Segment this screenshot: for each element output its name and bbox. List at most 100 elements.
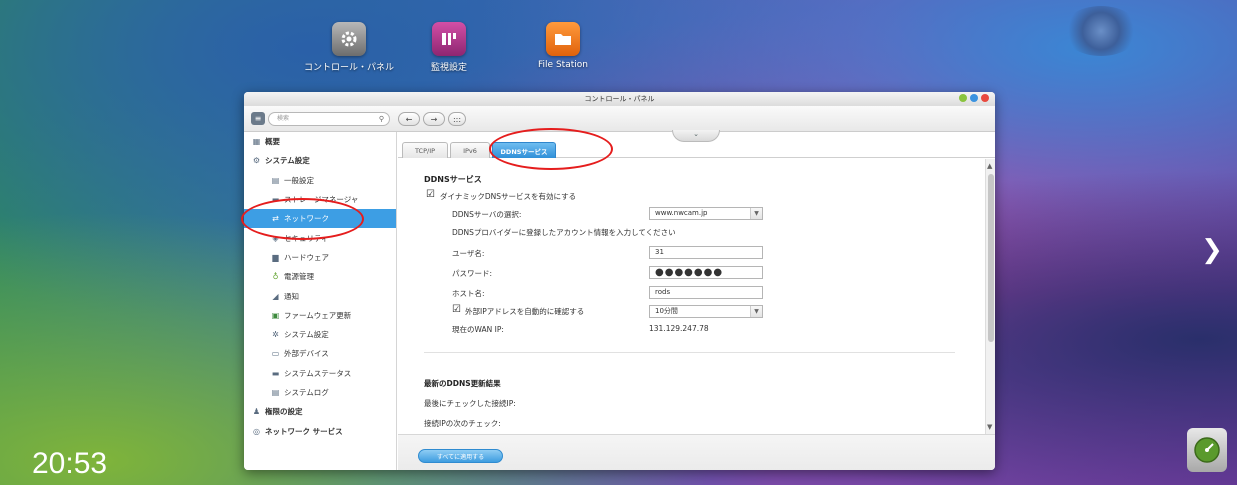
sidebar-item-label: ファームウェア更新 xyxy=(284,310,352,320)
desktop-icon-surveillance[interactable]: 監視設定 xyxy=(404,22,494,73)
enable-ddns-label: ダイナミックDNSサービスを有効にする xyxy=(440,192,577,201)
wan-ip-label: 現在のWAN IP: xyxy=(452,325,504,334)
sidebar-item-privilege[interactable]: ♟ 権限の設定 xyxy=(244,402,396,421)
collapse-toggle-icon[interactable]: ⌄ xyxy=(672,130,720,142)
sidebar-item-notification[interactable]: ◢ 通知 xyxy=(244,286,396,305)
sidebar-item-network[interactable]: ⇄ ネットワーク xyxy=(244,209,396,229)
window-titlebar[interactable]: コントロール・パネル xyxy=(244,92,995,106)
desktop-icon-control-panel[interactable]: コントロール・パネル xyxy=(304,22,394,73)
network-service-icon: ◎ xyxy=(253,426,260,436)
gear-icon xyxy=(332,22,366,56)
dashboard-gauge-icon[interactable] xyxy=(1187,428,1227,472)
overview-icon: ▦ xyxy=(252,137,261,147)
search-input[interactable]: 検索 ⚲ xyxy=(268,112,390,126)
sidebar-item-storage[interactable]: ▬ ストレージマネージャ xyxy=(244,190,396,209)
username-field[interactable]: 31 xyxy=(649,246,763,259)
sidebar-item-log[interactable]: ▤ システムログ xyxy=(244,383,396,402)
search-placeholder: 検索 xyxy=(277,115,290,122)
folder-icon xyxy=(546,22,580,56)
hostname-label: ホスト名: xyxy=(452,289,485,298)
tab-ipv6[interactable]: IPv6 xyxy=(450,142,490,158)
chevron-down-icon: ▼ xyxy=(750,306,762,317)
menu-toggle-icon[interactable]: ≡ xyxy=(251,112,265,125)
wan-ip-value: 131.129.247.78 xyxy=(649,324,709,333)
sidebar-item-label: ストレージマネージャ xyxy=(284,195,359,205)
network-icon: ⇄ xyxy=(272,214,279,224)
notification-icon: ◢ xyxy=(272,291,279,301)
sidebar-item-general[interactable]: ▤ 一般設定 xyxy=(244,171,396,190)
sidebar-item-label: 電源管理 xyxy=(284,272,314,282)
security-icon: ◈ xyxy=(272,233,279,243)
minimize-icon[interactable] xyxy=(959,94,967,102)
check-interval-select[interactable]: 10分間 ▼ xyxy=(649,305,763,318)
desktop-icon-label: コントロール・パネル xyxy=(304,63,395,73)
ddns-server-select[interactable]: www.nwcam.jp ▼ xyxy=(649,207,763,220)
sidebar-item-firmware[interactable]: ▣ ファームウェア更新 xyxy=(244,306,396,325)
sidebar-item-label: 外部デバイス xyxy=(284,349,329,359)
ddns-section-title: DDNSサービス xyxy=(424,175,482,184)
desktop-icon-label: File Station xyxy=(538,60,588,70)
backup-icon: ✲ xyxy=(272,330,279,340)
sidebar-item-label: セキュリティ xyxy=(284,233,329,243)
next-page-arrow-icon[interactable]: ❯ xyxy=(1192,228,1232,272)
surveillance-icon xyxy=(432,22,466,56)
sidebar-item-system-settings[interactable]: ⚙ システム設定 xyxy=(244,151,396,170)
back-button[interactable]: ← xyxy=(398,112,420,126)
sidebar-item-backup[interactable]: ✲ システム設定 xyxy=(244,325,396,344)
last-check-label: 最後にチェックした接続IP: xyxy=(424,399,516,408)
hardware-icon: ▆ xyxy=(272,252,279,262)
chevron-down-icon: ▼ xyxy=(750,208,762,219)
control-panel-window: コントロール・パネル ≡ 検索 ⚲ ← → ::: ▦ 概要 ⚙ システム設定 ▤ 一… xyxy=(244,92,995,470)
sidebar-item-security[interactable]: ◈ セキュリティ xyxy=(244,228,396,247)
sidebar-item-hardware[interactable]: ▆ ハードウェア xyxy=(244,248,396,267)
desktop-icon-file-station[interactable]: File Station xyxy=(518,22,608,70)
search-icon[interactable]: ⚲ xyxy=(379,113,384,125)
system-settings-icon: ⚙ xyxy=(252,156,261,166)
external-device-icon: ▭ xyxy=(271,349,280,359)
forward-button[interactable]: → xyxy=(423,112,445,126)
sidebar-item-network-service[interactable]: ◎ ネットワーク サービス xyxy=(244,421,396,440)
content-area: ⌄ TCP/IP IPv6 DDNSサービス DDNSサービス ☑ ダイナミック… xyxy=(398,130,995,470)
sidebar-item-label: システムステータス xyxy=(284,368,352,378)
sidebar-item-power[interactable]: ♁ 電源管理 xyxy=(244,267,396,286)
tab-tcpip[interactable]: TCP/IP xyxy=(402,142,448,158)
desktop-icon-label: 監視設定 xyxy=(430,63,467,73)
tab-ddns[interactable]: DDNSサービス xyxy=(492,142,556,158)
auto-check-ip-label: 外部IPアドレスを自動的に確認する xyxy=(465,307,585,316)
ddns-hint: DDNSプロバイダーに登録したアカウント情報を入力してください xyxy=(452,228,676,237)
enable-ddns-checkbox[interactable]: ☑ xyxy=(426,190,436,200)
sidebar-item-status[interactable]: ▬ システムステータス xyxy=(244,364,396,383)
sidebar-item-label: システム設定 xyxy=(265,156,310,166)
sidebar-item-overview[interactable]: ▦ 概要 xyxy=(244,132,396,151)
apps-grid-button[interactable]: ::: xyxy=(448,112,466,126)
password-field[interactable]: ●●●●●●● xyxy=(649,266,763,279)
check-interval-value: 10分間 xyxy=(655,307,678,315)
status-icon: ▬ xyxy=(271,368,280,378)
storage-icon: ▬ xyxy=(271,195,280,205)
ddns-settings-panel: DDNSサービス ☑ ダイナミックDNSサービスを有効にする DDNSサーバの選… xyxy=(398,159,995,434)
power-icon: ♁ xyxy=(272,272,279,282)
maximize-icon[interactable] xyxy=(970,94,978,102)
scroll-up-icon[interactable]: ▲ xyxy=(987,162,992,170)
sidebar-item-label: 権限の設定 xyxy=(265,407,303,417)
sidebar-item-label: ネットワーク サービス xyxy=(265,426,343,436)
scroll-down-icon[interactable]: ▼ xyxy=(987,423,992,431)
section-divider xyxy=(424,352,955,353)
results-section-title: 最新のDDNS更新結果 xyxy=(424,379,501,388)
privilege-icon: ♟ xyxy=(252,407,261,417)
vertical-scrollbar[interactable]: ▲ ▼ xyxy=(985,159,995,434)
sidebar-item-external-device[interactable]: ▭ 外部デバイス xyxy=(244,344,396,363)
scrollbar-thumb[interactable] xyxy=(988,174,994,342)
clock: 20:53 xyxy=(32,447,108,480)
auto-check-ip-checkbox[interactable]: ☑ xyxy=(452,305,462,315)
window-footer: すべてに適用する xyxy=(398,434,995,470)
log-icon: ▤ xyxy=(271,388,280,397)
window-controls xyxy=(959,94,989,102)
hostname-field[interactable]: rods xyxy=(649,286,763,299)
window-toolbar: ≡ 検索 ⚲ ← → ::: xyxy=(244,106,995,132)
sidebar-item-label: ハードウェア xyxy=(284,252,329,262)
ddns-server-label: DDNSサーバの選択: xyxy=(452,210,522,219)
close-icon[interactable] xyxy=(981,94,989,102)
sidebar-item-label: 通知 xyxy=(284,291,299,301)
apply-all-button[interactable]: すべてに適用する xyxy=(418,449,503,463)
